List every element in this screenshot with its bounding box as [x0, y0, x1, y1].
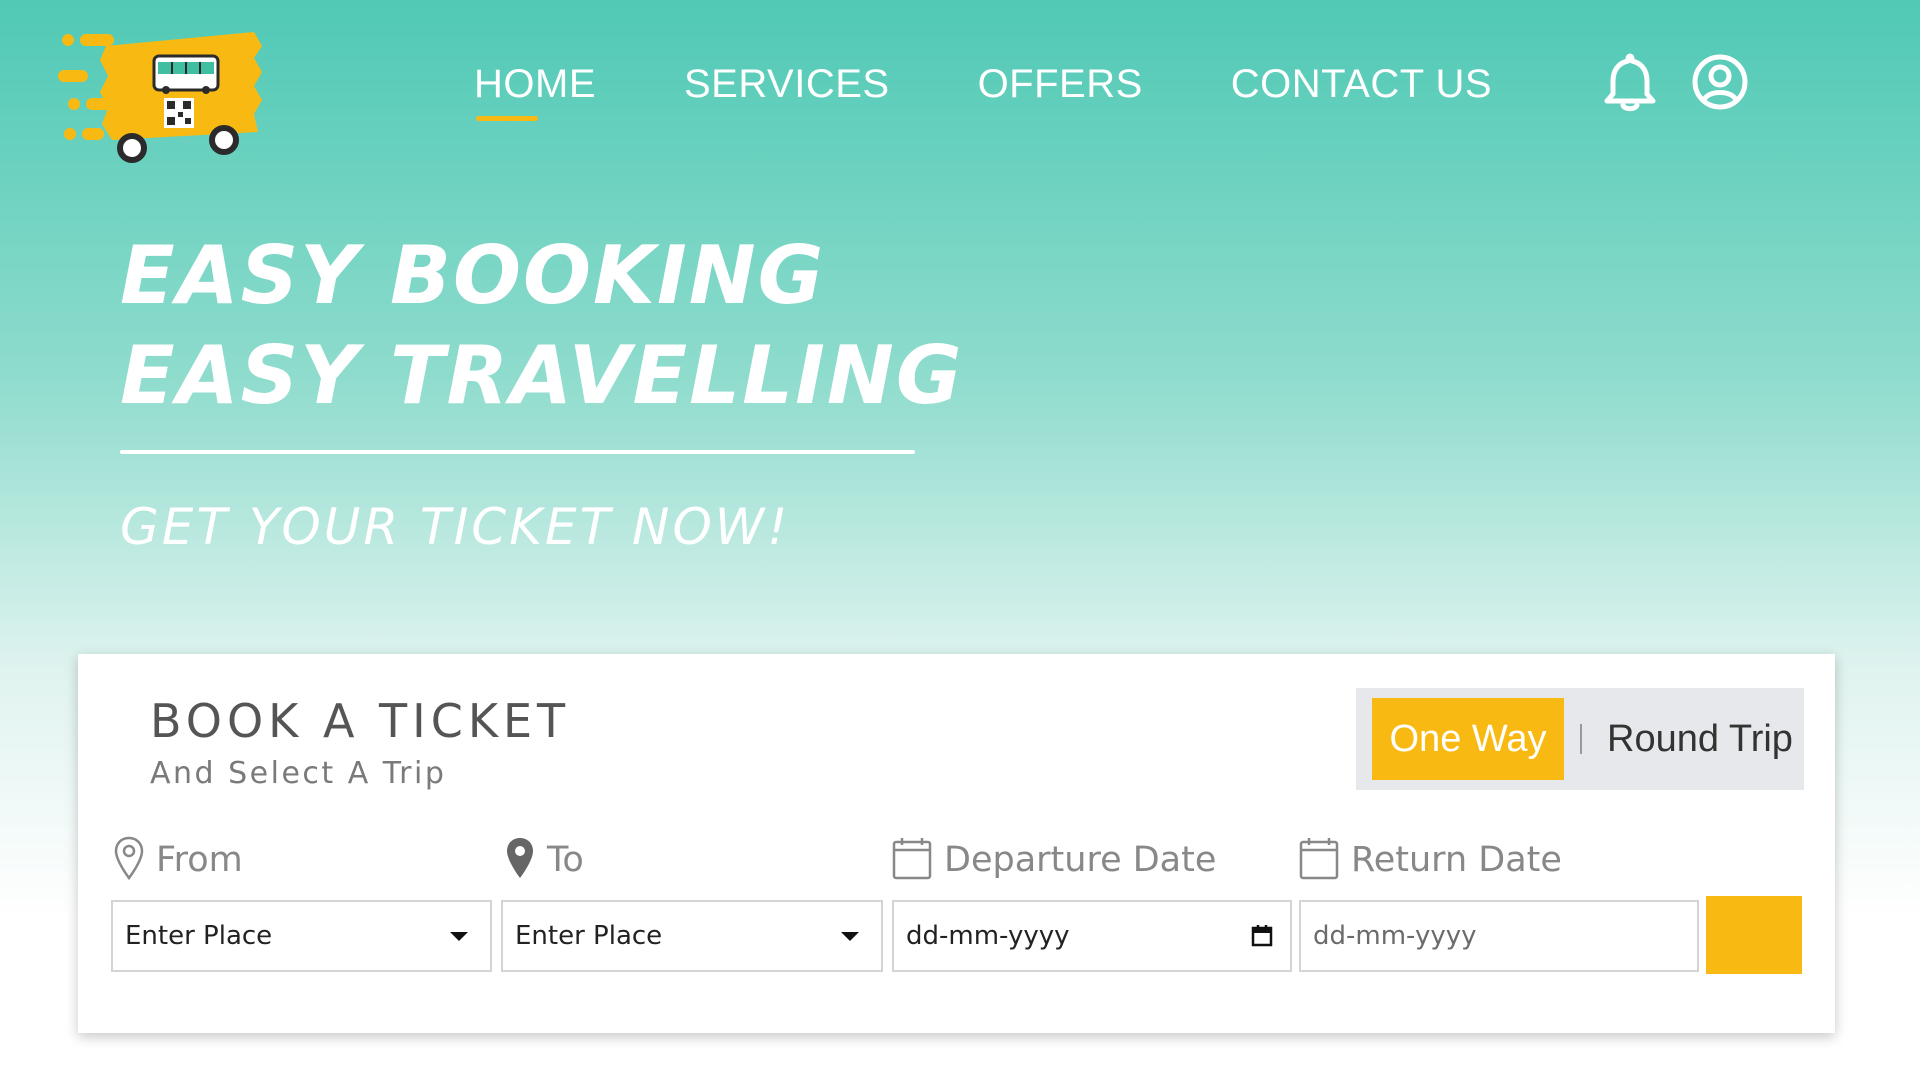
chevron-down-icon: [841, 931, 859, 941]
calendar-picker-icon[interactable]: [1250, 924, 1274, 948]
from-label-text: From: [156, 840, 243, 880]
calendar-icon: [892, 838, 932, 880]
nav-services[interactable]: SERVICES: [684, 62, 890, 107]
departure-date-input[interactable]: dd-mm-yyyy: [892, 900, 1292, 972]
hero-line-2: EASY TRAVELLING: [120, 329, 964, 422]
trip-type-toggle: One Way Round Trip: [1356, 688, 1804, 790]
from-label: From: [114, 836, 243, 880]
brand-logo[interactable]: [58, 28, 272, 164]
departure-date-value: dd-mm-yyyy: [906, 921, 1070, 951]
hero-subtitle: GET YOUR TICKET NOW!: [120, 498, 791, 556]
chevron-down-icon: [450, 931, 468, 941]
header-actions: [1600, 50, 1750, 114]
departure-label: Departure Date: [892, 836, 1216, 880]
bell-icon[interactable]: [1600, 50, 1660, 114]
map-pin-outline-icon: [114, 836, 144, 880]
booking-title: BOOK A TICKET: [150, 694, 571, 748]
hero-divider: [120, 450, 915, 454]
departure-label-text: Departure Date: [944, 840, 1217, 880]
return-date-value: dd-mm-yyyy: [1313, 921, 1477, 951]
booking-subtitle: And Select A Trip: [150, 756, 447, 791]
from-select[interactable]: Enter Place: [111, 900, 492, 972]
nav-home[interactable]: HOME: [474, 62, 596, 121]
main-nav: HOME SERVICES OFFERS CONTACT US: [474, 62, 1580, 121]
to-label: To: [505, 836, 584, 880]
to-select-value: Enter Place: [515, 921, 663, 951]
to-select[interactable]: Enter Place: [501, 900, 883, 972]
nav-offers[interactable]: OFFERS: [978, 62, 1143, 107]
to-label-text: To: [547, 840, 584, 880]
map-pin-filled-icon: [507, 838, 533, 878]
return-label: Return Date: [1299, 836, 1562, 880]
booking-card: BOOK A TICKET And Select A Trip One Way …: [78, 654, 1835, 1033]
from-select-value: Enter Place: [125, 921, 273, 951]
return-date-input[interactable]: dd-mm-yyyy: [1299, 900, 1699, 972]
user-account-icon[interactable]: [1690, 50, 1750, 114]
calendar-icon: [1299, 838, 1339, 880]
return-label-text: Return Date: [1351, 840, 1562, 880]
hero-line-1: EASY BOOKING: [120, 229, 826, 322]
round-trip-button[interactable]: Round Trip: [1600, 698, 1800, 780]
trip-toggle-separator: [1580, 724, 1582, 754]
search-button[interactable]: [1706, 896, 1802, 974]
one-way-button[interactable]: One Way: [1372, 698, 1564, 780]
bus-ticket-logo-icon: [58, 32, 262, 163]
nav-contact-us[interactable]: CONTACT US: [1231, 62, 1492, 107]
hero-headline: EASY BOOKING EASY TRAVELLING: [120, 226, 964, 426]
